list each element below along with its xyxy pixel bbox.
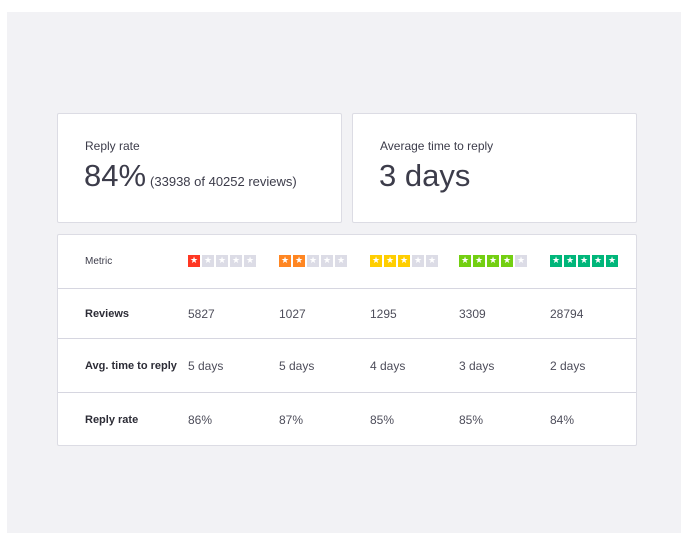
star-icon: ★ [244, 255, 256, 267]
rating-header-4: ★ ★ ★ ★ ★ [459, 235, 527, 287]
table-cell: 86% [188, 413, 213, 427]
star-icon: ★ [487, 255, 499, 267]
table-cell: 87% [279, 413, 304, 427]
metrics-table: Metric ★ ★ ★ ★ ★ ★ ★ ★ ★ ★ ★ ★ ★ ★ ★ ★ ★ ★ ★ ★ ★ ★ ★ ★ ★ Rev… [57, 234, 637, 446]
star-rating: ★ ★ ★ ★ ★ [188, 255, 256, 267]
row-label: Reply rate [85, 414, 139, 426]
row-label: Avg. time to reply [85, 360, 177, 372]
table-cell: 5 days [188, 359, 224, 373]
table-cell: 3 days [459, 359, 495, 373]
table-cell: 85% [459, 413, 484, 427]
star-icon: ★ [321, 255, 333, 267]
metric-column-header: Metric [85, 255, 113, 267]
star-icon: ★ [335, 255, 347, 267]
star-icon: ★ [578, 255, 590, 267]
star-icon: ★ [188, 255, 200, 267]
table-cell: 1295 [370, 307, 397, 321]
star-icon: ★ [230, 255, 242, 267]
table-row: Reply rate 86% 87% 85% 85% 84% [58, 392, 636, 447]
rating-header-2: ★ ★ ★ ★ ★ [279, 235, 347, 287]
star-icon: ★ [307, 255, 319, 267]
star-icon: ★ [473, 255, 485, 267]
star-rating: ★ ★ ★ ★ ★ [550, 255, 618, 267]
star-icon: ★ [216, 255, 228, 267]
reply-rate-value: 84% [84, 158, 147, 193]
star-icon: ★ [398, 255, 410, 267]
average-time-label: Average time to reply [380, 139, 494, 153]
star-icon: ★ [370, 255, 382, 267]
table-cell: 85% [370, 413, 395, 427]
rating-header-5: ★ ★ ★ ★ ★ [550, 235, 618, 287]
row-label: Reviews [85, 308, 130, 320]
average-time-value: 3 days [379, 158, 471, 193]
star-icon: ★ [202, 255, 214, 267]
star-icon: ★ [293, 255, 305, 267]
table-cell: 84% [550, 413, 575, 427]
star-icon: ★ [564, 255, 576, 267]
star-icon: ★ [515, 255, 527, 267]
table-cell: 1027 [279, 307, 306, 321]
reply-rate-detail: (33938 of 40252 reviews) [150, 174, 297, 189]
table-row: Reviews 5827 1027 1295 3309 28794 [58, 288, 636, 339]
rating-header-3: ★ ★ ★ ★ ★ [370, 235, 438, 287]
star-icon: ★ [459, 255, 471, 267]
reply-rate-label: Reply rate [85, 139, 140, 153]
star-icon: ★ [426, 255, 438, 267]
star-icon: ★ [501, 255, 513, 267]
table-cell: 3309 [459, 307, 486, 321]
star-icon: ★ [279, 255, 291, 267]
star-icon: ★ [412, 255, 424, 267]
reply-rate-value-wrap: 84% (33938 of 40252 reviews) [84, 158, 297, 194]
star-icon: ★ [384, 255, 396, 267]
star-icon: ★ [592, 255, 604, 267]
star-icon: ★ [550, 255, 562, 267]
star-icon: ★ [606, 255, 618, 267]
table-cell: 2 days [550, 359, 586, 373]
table-header-row: Metric ★ ★ ★ ★ ★ ★ ★ ★ ★ ★ ★ ★ ★ ★ ★ ★ ★ ★ ★ ★ ★ ★ ★ ★ ★ [58, 235, 636, 287]
table-row: Avg. time to reply 5 days 5 days 4 days … [58, 338, 636, 393]
table-cell: 4 days [370, 359, 406, 373]
average-time-card: Average time to reply 3 days [352, 113, 637, 223]
star-rating: ★ ★ ★ ★ ★ [370, 255, 438, 267]
reply-rate-card: Reply rate 84% (33938 of 40252 reviews) [57, 113, 342, 223]
rating-header-1: ★ ★ ★ ★ ★ [188, 235, 256, 287]
table-cell: 28794 [550, 307, 584, 321]
star-rating: ★ ★ ★ ★ ★ [459, 255, 527, 267]
star-rating: ★ ★ ★ ★ ★ [279, 255, 347, 267]
table-cell: 5827 [188, 307, 215, 321]
table-cell: 5 days [279, 359, 315, 373]
